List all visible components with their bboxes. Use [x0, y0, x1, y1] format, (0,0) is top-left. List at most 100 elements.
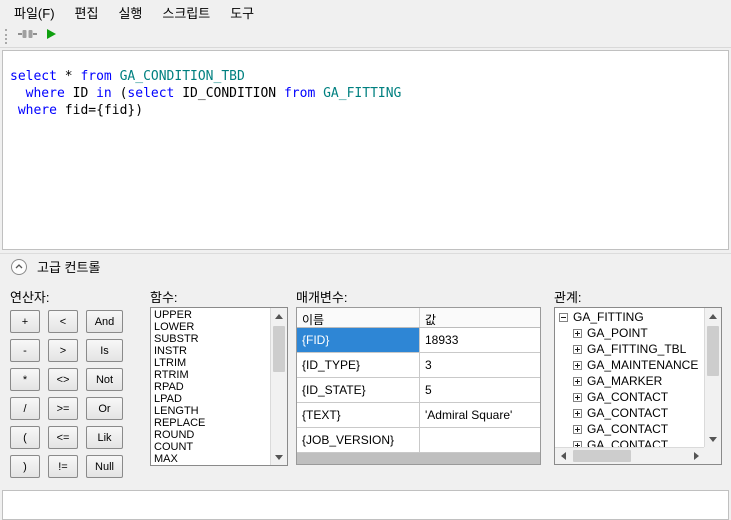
tree-node[interactable]: GA_POINT: [555, 325, 704, 341]
operator-button[interactable]: <: [48, 310, 78, 333]
param-row[interactable]: {TEXT} 'Admiral Square': [297, 403, 540, 428]
relations-label: 관계:: [554, 290, 582, 305]
output-panel: [2, 490, 729, 520]
expand-icon[interactable]: [573, 328, 582, 338]
sql-editor[interactable]: select * from GA_CONDITION_TBD where ID …: [2, 50, 729, 250]
param-name-cell[interactable]: {FID}: [297, 328, 420, 352]
operator-button[interactable]: Lik: [86, 426, 123, 449]
tree-node[interactable]: GA_MARKER: [555, 373, 704, 389]
operator-button[interactable]: And: [86, 310, 123, 333]
function-list-item[interactable]: LTRIM: [151, 357, 270, 369]
param-row[interactable]: {ID_STATE} 5: [297, 378, 540, 403]
param-value-cell[interactable]: 18933: [420, 328, 540, 352]
tree-node[interactable]: GA_CONTACT: [555, 389, 704, 405]
function-list-item[interactable]: SUBSTR: [151, 333, 270, 345]
function-list-item[interactable]: ROUND: [151, 429, 270, 441]
operator-button[interactable]: >=: [48, 397, 78, 420]
tree-node[interactable]: GA_CONTACT: [555, 405, 704, 421]
scroll-right-button[interactable]: [688, 448, 704, 464]
operators-label: 연산자:: [10, 290, 50, 305]
menu-item-script[interactable]: 스크립트: [152, 0, 220, 26]
parameters-label: 매개변수:: [296, 290, 348, 305]
param-value-cell[interactable]: 'Admiral Square': [420, 403, 540, 427]
param-name-cell[interactable]: {JOB_VERSION}: [297, 428, 420, 452]
operator-button[interactable]: /: [10, 397, 40, 420]
operator-grid: + < And - > Is * <> Not / >= Or ( <= Lik) != Null: [10, 310, 123, 478]
scroll-up-button[interactable]: [705, 308, 721, 324]
operator-button[interactable]: <>: [48, 368, 78, 391]
function-list-item[interactable]: RPAD: [151, 381, 270, 393]
scrollbar-corner: [704, 447, 721, 464]
collapse-toggle-button[interactable]: [11, 258, 27, 275]
expand-icon[interactable]: [573, 408, 582, 418]
param-name-cell[interactable]: {TEXT}: [297, 403, 420, 427]
expand-icon[interactable]: [573, 360, 582, 370]
scroll-thumb[interactable]: [707, 326, 719, 376]
run-button[interactable]: [39, 26, 63, 46]
function-list-item[interactable]: COUNT: [151, 441, 270, 453]
function-list-item[interactable]: RTRIM: [151, 369, 270, 381]
tree-horizontal-scrollbar[interactable]: [555, 447, 704, 464]
param-value-cell[interactable]: 5: [420, 378, 540, 402]
operator-button[interactable]: (: [10, 426, 40, 449]
expand-icon[interactable]: [573, 392, 582, 402]
function-list-item[interactable]: REPLACE: [151, 417, 270, 429]
function-list-item[interactable]: UPPER: [151, 309, 270, 321]
tree-node-label: GA_MAINTENANCE: [587, 358, 699, 372]
expand-icon[interactable]: [573, 424, 582, 434]
scroll-down-button[interactable]: [705, 431, 721, 447]
tree-node[interactable]: GA_MAINTENANCE: [555, 357, 704, 373]
operator-button[interactable]: Or: [86, 397, 123, 420]
functions-listbox[interactable]: UPPER LOWER SUBSTR INSTR LTRIM RTRIM RPAD LPAD L…: [150, 307, 288, 466]
operator-button[interactable]: +: [10, 310, 40, 333]
tree-node-label: GA_CONTACT: [587, 438, 669, 447]
tree-node[interactable]: GA_CONTACT: [555, 421, 704, 437]
param-name-cell[interactable]: {ID_TYPE}: [297, 353, 420, 377]
scroll-left-button[interactable]: [555, 448, 571, 464]
scroll-down-button[interactable]: [271, 449, 287, 465]
relations-tree[interactable]: GA_FITTING GA_POINT GA_FITTING_TBL GA_MAINT…: [554, 307, 722, 465]
operator-button[interactable]: !=: [48, 455, 78, 478]
operator-button[interactable]: Null: [86, 455, 123, 478]
scroll-up-button[interactable]: [271, 308, 287, 324]
operator-button[interactable]: -: [10, 339, 40, 362]
tree-node[interactable]: GA_FITTING: [555, 309, 704, 325]
param-row[interactable]: {ID_TYPE} 3: [297, 353, 540, 378]
operator-button[interactable]: ): [10, 455, 40, 478]
param-column-header[interactable]: 이름: [297, 308, 420, 327]
connect-button[interactable]: [15, 26, 39, 46]
scroll-thumb[interactable]: [273, 326, 285, 372]
operator-button[interactable]: >: [48, 339, 78, 362]
menu-item-edit[interactable]: 편집: [65, 0, 109, 26]
param-value-cell[interactable]: [420, 428, 540, 452]
scroll-thumb[interactable]: [573, 450, 631, 462]
functions-scrollbar[interactable]: [270, 308, 287, 465]
parameters-grid[interactable]: 이름 값 {FID} 18933 {ID_TYPE} 3 {ID_STATE} 5 {TEXT…: [296, 307, 541, 465]
code-line: where fid={fid}): [17, 103, 144, 118]
menu-item-file[interactable]: 파일(F): [4, 0, 65, 26]
function-list-item[interactable]: LOWER: [151, 321, 270, 333]
tree-node[interactable]: GA_CONTACT: [555, 437, 704, 447]
param-row[interactable]: {JOB_VERSION}: [297, 428, 540, 453]
tree-vertical-scrollbar[interactable]: [704, 308, 721, 447]
operator-button[interactable]: Is: [86, 339, 123, 362]
tree-node-label: GA_FITTING: [573, 310, 644, 324]
collapse-icon[interactable]: [559, 312, 568, 322]
expand-icon[interactable]: [573, 376, 582, 386]
operator-button[interactable]: <=: [48, 426, 78, 449]
function-list-item[interactable]: LENGTH: [151, 405, 270, 417]
param-value-cell[interactable]: 3: [420, 353, 540, 377]
menu-item-tools[interactable]: 도구: [220, 0, 264, 26]
param-name-cell[interactable]: {ID_STATE}: [297, 378, 420, 402]
function-list-item[interactable]: INSTR: [151, 345, 270, 357]
grid-filler: [297, 453, 540, 464]
param-column-header[interactable]: 값: [420, 308, 540, 327]
tree-node[interactable]: GA_FITTING_TBL: [555, 341, 704, 357]
function-list-item[interactable]: MAX: [151, 453, 270, 465]
function-list-item[interactable]: LPAD: [151, 393, 270, 405]
operator-button[interactable]: *: [10, 368, 40, 391]
menu-item-run[interactable]: 실행: [108, 0, 152, 26]
expand-icon[interactable]: [573, 344, 582, 354]
param-row[interactable]: {FID} 18933: [297, 328, 540, 353]
operator-button[interactable]: Not: [86, 368, 123, 391]
